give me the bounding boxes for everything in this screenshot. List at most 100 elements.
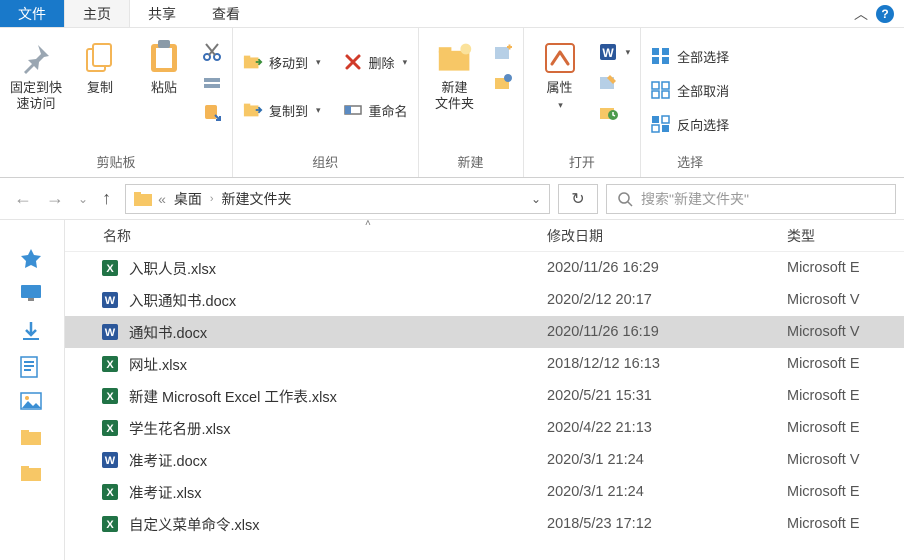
file-list-pane: ˄ 名称 修改日期 类型 X入职人员.xlsx2020/11/26 16:29M… bbox=[65, 220, 904, 560]
ribbon-group-open: 属性 ▾ W ▾ bbox=[524, 28, 642, 177]
address-dropdown-icon[interactable]: ⌄ bbox=[531, 192, 541, 206]
file-type-icon: W bbox=[101, 291, 119, 309]
search-input[interactable] bbox=[641, 191, 885, 207]
search-box[interactable] bbox=[606, 184, 896, 214]
copy-label: 复制 bbox=[87, 80, 113, 96]
pictures-icon[interactable] bbox=[20, 392, 44, 416]
easy-access-icon bbox=[493, 72, 513, 92]
dropdown-icon: ▾ bbox=[626, 47, 631, 58]
new-folder-button[interactable]: 新建 文件夹 bbox=[425, 36, 485, 113]
documents-icon[interactable] bbox=[20, 356, 44, 380]
cut-button[interactable] bbox=[198, 40, 226, 64]
file-list[interactable]: X入职人员.xlsx2020/11/26 16:29Microsoft EW入职… bbox=[65, 252, 904, 540]
file-type: Microsoft V bbox=[787, 292, 904, 308]
dropdown-icon: ▾ bbox=[403, 57, 408, 68]
help-icon[interactable]: ? bbox=[876, 5, 894, 23]
move-to-label: 移动到 bbox=[269, 53, 308, 72]
tab-view[interactable]: 查看 bbox=[194, 0, 258, 27]
refresh-button[interactable]: ↻ bbox=[558, 184, 598, 214]
file-row[interactable]: X新建 Microsoft Excel 工作表.xlsx2020/5/21 15… bbox=[65, 380, 904, 412]
file-row[interactable]: X准考证.xlsx2020/3/1 21:24Microsoft E bbox=[65, 476, 904, 508]
file-type: Microsoft V bbox=[787, 324, 904, 340]
group-label-clipboard: 剪贴板 bbox=[6, 148, 226, 177]
new-item-button[interactable] bbox=[489, 40, 517, 64]
file-name: 自定义菜单命令.xlsx bbox=[129, 514, 260, 535]
folder-shortcut-icon[interactable] bbox=[20, 428, 44, 452]
copy-to-button[interactable]: 复制到 ▾ bbox=[239, 98, 325, 122]
paste-button[interactable]: 粘贴 bbox=[134, 36, 194, 96]
breadcrumb-item[interactable]: 桌面 bbox=[174, 189, 202, 209]
file-type-icon: W bbox=[101, 323, 119, 341]
file-row[interactable]: X入职人员.xlsx2020/11/26 16:29Microsoft E bbox=[65, 252, 904, 284]
file-row[interactable]: X网址.xlsx2018/12/12 16:13Microsoft E bbox=[65, 348, 904, 380]
ribbon-group-new: 新建 文件夹 新建 bbox=[419, 28, 524, 177]
file-row[interactable]: X自定义菜单命令.xlsx2018/5/23 17:12Microsoft E bbox=[65, 508, 904, 540]
select-none-button[interactable]: 全部取消 bbox=[647, 78, 733, 102]
pin-to-quick-access-button[interactable]: 固定到快 速访问 bbox=[6, 36, 66, 113]
file-name: 通知书.docx bbox=[129, 322, 207, 343]
file-type-icon: X bbox=[101, 515, 119, 533]
invert-selection-button[interactable]: 反向选择 bbox=[647, 112, 733, 136]
rename-button[interactable]: 重命名 bbox=[339, 98, 412, 122]
move-to-button[interactable]: 移动到 ▾ bbox=[239, 50, 325, 74]
history-icon bbox=[598, 102, 618, 122]
file-row[interactable]: X学生花名册.xlsx2020/4/22 21:13Microsoft E bbox=[65, 412, 904, 444]
edit-icon bbox=[598, 72, 618, 92]
select-all-label: 全部选择 bbox=[677, 47, 729, 66]
up-button[interactable]: ↑ bbox=[102, 188, 111, 209]
column-header-date[interactable]: 修改日期 bbox=[547, 226, 787, 246]
svg-text:W: W bbox=[105, 327, 116, 339]
file-type-icon: X bbox=[101, 419, 119, 437]
file-date: 2020/3/1 21:24 bbox=[547, 452, 787, 468]
rename-label: 重命名 bbox=[369, 101, 408, 120]
copy-icon bbox=[82, 40, 118, 76]
navigation-pane[interactable] bbox=[0, 220, 65, 560]
search-icon bbox=[617, 191, 633, 207]
tab-share[interactable]: 共享 bbox=[130, 0, 194, 27]
file-date: 2020/4/22 21:13 bbox=[547, 420, 787, 436]
file-name: 新建 Microsoft Excel 工作表.xlsx bbox=[129, 386, 337, 407]
history-button[interactable] bbox=[594, 100, 635, 124]
file-type: Microsoft E bbox=[787, 260, 904, 276]
file-row[interactable]: W入职通知书.docx2020/2/12 20:17Microsoft V bbox=[65, 284, 904, 316]
edit-button[interactable] bbox=[594, 70, 635, 94]
column-headers: ˄ 名称 修改日期 类型 bbox=[65, 220, 904, 252]
open-with-button[interactable]: W ▾ bbox=[594, 40, 635, 64]
column-header-name[interactable]: 名称 bbox=[65, 226, 547, 246]
select-all-button[interactable]: 全部选择 bbox=[647, 44, 733, 68]
delete-button[interactable]: 删除 ▾ bbox=[339, 50, 412, 74]
group-label-organize: 组织 bbox=[239, 148, 412, 177]
file-row[interactable]: W准考证.docx2020/3/1 21:24Microsoft V bbox=[65, 444, 904, 476]
svg-text:X: X bbox=[106, 487, 114, 499]
column-header-type[interactable]: 类型 bbox=[787, 226, 904, 246]
forward-button[interactable]: → bbox=[46, 188, 64, 209]
delete-label: 删除 bbox=[369, 53, 395, 72]
minimize-ribbon-icon[interactable]: ︿ bbox=[854, 4, 868, 24]
properties-icon bbox=[542, 40, 578, 76]
dropdown-icon: ▾ bbox=[316, 105, 321, 116]
file-row[interactable]: W通知书.docx2020/11/26 16:19Microsoft V bbox=[65, 316, 904, 348]
tab-home[interactable]: 主页 bbox=[64, 0, 130, 27]
new-folder-label: 新建 文件夹 bbox=[435, 80, 474, 113]
file-date: 2018/12/12 16:13 bbox=[547, 356, 787, 372]
file-name: 入职人员.xlsx bbox=[129, 258, 216, 279]
copy-button[interactable]: 复制 bbox=[70, 36, 130, 96]
paste-icon bbox=[146, 40, 182, 76]
downloads-icon[interactable] bbox=[20, 320, 44, 344]
pin-icon bbox=[18, 40, 54, 76]
pin-label: 固定到快 速访问 bbox=[10, 80, 62, 113]
dropdown-icon: ▾ bbox=[316, 57, 321, 68]
paste-shortcut-button[interactable] bbox=[198, 100, 226, 124]
tab-file[interactable]: 文件 bbox=[0, 0, 64, 27]
desktop-icon[interactable] bbox=[20, 284, 44, 308]
breadcrumb-item[interactable]: 新建文件夹 bbox=[222, 189, 292, 209]
folder-shortcut-icon[interactable] bbox=[20, 464, 44, 488]
back-button[interactable]: ← bbox=[14, 188, 32, 209]
properties-button[interactable]: 属性 ▾ bbox=[530, 36, 590, 111]
ribbon-group-organize: 移动到 ▾ 复制到 ▾ 删除 ▾ bbox=[233, 28, 419, 177]
easy-access-button[interactable] bbox=[489, 70, 517, 94]
quick-access-icon[interactable] bbox=[20, 248, 44, 272]
copy-path-button[interactable] bbox=[198, 70, 226, 94]
recent-locations-button[interactable]: ⌄ bbox=[78, 192, 88, 206]
address-bar[interactable]: « 桌面 › 新建文件夹 ⌄ bbox=[125, 184, 550, 214]
